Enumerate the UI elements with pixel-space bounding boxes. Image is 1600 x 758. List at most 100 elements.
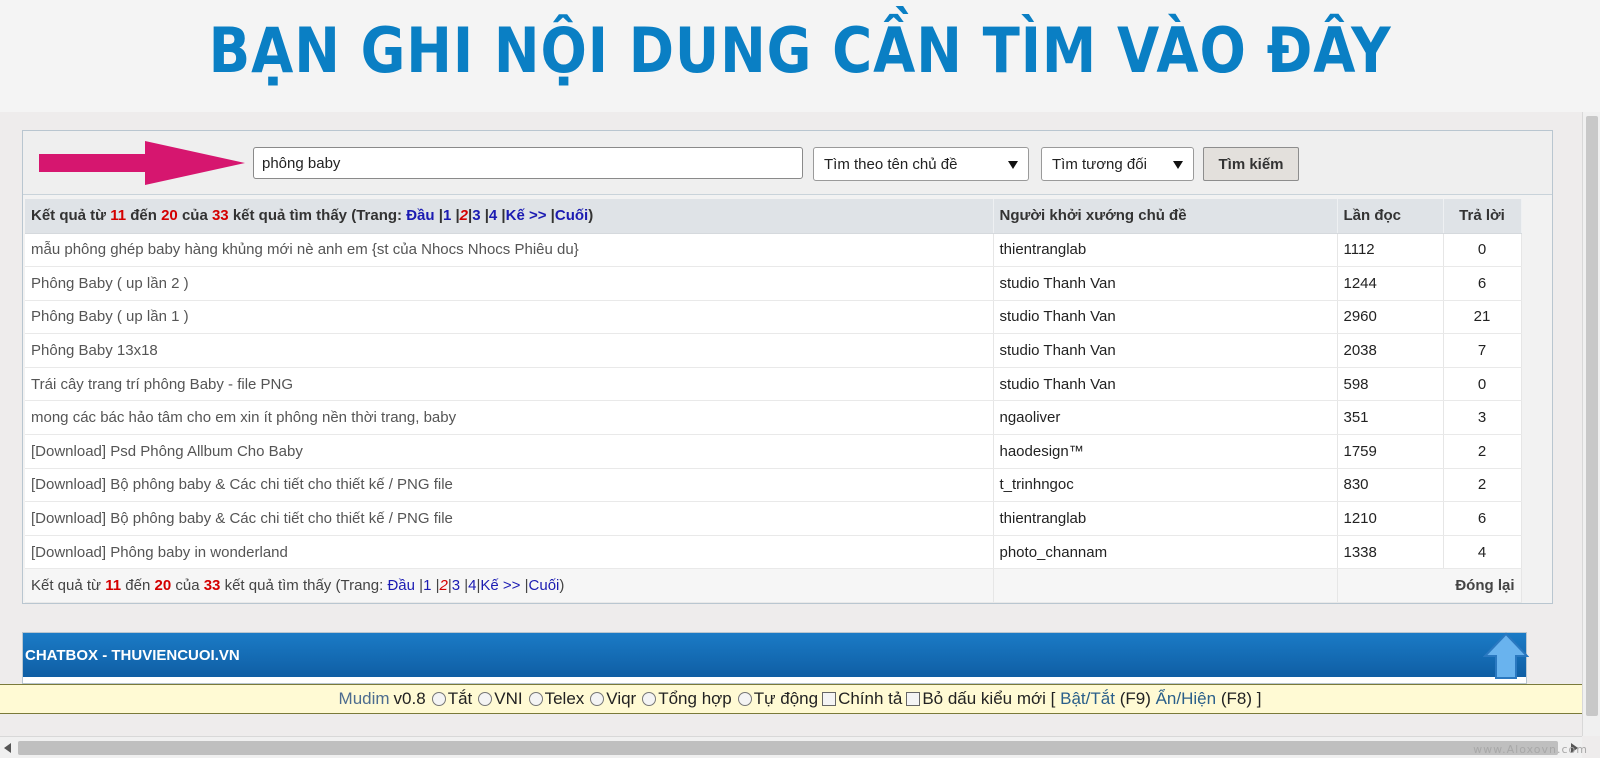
horizontal-scrollbar[interactable] xyxy=(0,736,1582,758)
page-current-2: 2 xyxy=(439,577,448,595)
summary-total: 33 xyxy=(203,577,221,595)
results-table: Kết quả từ 11 đến 20 của 33 kết quả tìm … xyxy=(25,199,1522,604)
banner: BẠN GHI NỘI DUNG CẦN TÌM VÀO ĐÂY xyxy=(0,0,1600,112)
author-link[interactable]: studio Thanh Van xyxy=(993,367,1338,402)
vertical-scroll-thumb[interactable] xyxy=(1586,116,1598,716)
radio-combined[interactable] xyxy=(642,692,657,706)
scroll-to-top-icon[interactable] xyxy=(1483,632,1529,684)
radio-telex-label: Telex xyxy=(544,689,585,708)
reads-count: 1210 xyxy=(1337,501,1444,536)
scroll-left-icon[interactable] xyxy=(4,743,11,753)
reads-count: 351 xyxy=(1337,400,1444,436)
checkbox-spell[interactable] xyxy=(822,692,837,706)
topic-link[interactable]: Trái cây trang trí phông Baby - file PNG xyxy=(25,367,994,402)
page-link-4[interactable]: 4 xyxy=(489,207,497,224)
replies-count: 4 xyxy=(1443,535,1522,570)
radio-off[interactable] xyxy=(431,692,446,706)
radio-vni[interactable] xyxy=(478,692,493,706)
table-row: mong các bác hảo tâm cho em xin ít phông… xyxy=(25,400,1522,436)
topic-link[interactable]: [Download] Phông baby in wonderland xyxy=(25,535,994,570)
search-field-select-value: Tìm theo tên chủ đề xyxy=(824,155,958,173)
table-row: Phông Baby 13x18 studio Thanh Van 2038 7 xyxy=(25,333,1522,368)
author-link[interactable]: haodesign™ xyxy=(993,434,1338,469)
showhide-key: (F8) xyxy=(1220,689,1252,708)
reads-count: 1112 xyxy=(1337,233,1444,268)
topic-link[interactable]: mẫu phông ghép baby hàng khủng mới nè an… xyxy=(25,233,994,268)
replies-count: 0 xyxy=(1443,367,1522,402)
replies-count: 2 xyxy=(1443,468,1522,503)
page-link-4[interactable]: 4 xyxy=(468,577,476,594)
search-input[interactable] xyxy=(253,147,803,179)
vertical-scrollbar[interactable] xyxy=(1582,112,1600,736)
summary-found-word: kết quả tìm thấy xyxy=(232,207,348,225)
table-row: Phông Baby ( up lần 1 ) studio Thanh Van… xyxy=(25,300,1522,335)
page-link-next[interactable]: Kế >> xyxy=(506,207,547,224)
checkbox-spell-label: Chính tả xyxy=(838,689,903,708)
search-bar: Tìm theo tên chủ đề Tìm tương đối Tìm ki… xyxy=(23,131,1552,195)
horizontal-scroll-thumb[interactable] xyxy=(18,741,1558,755)
reads-count: 1244 xyxy=(1337,266,1444,301)
replies-count: 7 xyxy=(1443,333,1522,368)
author-link[interactable]: t_trinhngoc xyxy=(993,468,1338,503)
topic-link[interactable]: Phông Baby ( up lần 2 ) xyxy=(25,266,994,301)
summary-from: 11 xyxy=(110,207,127,225)
checkbox-newstyle-label: Bỏ dấu kiểu mới xyxy=(922,689,1046,708)
showhide-link[interactable]: Ẩn/Hiện xyxy=(1156,689,1216,709)
author-link[interactable]: photo_channam xyxy=(993,535,1338,570)
page-link-3[interactable]: 3 xyxy=(452,577,460,594)
page-link-first[interactable]: Đầu xyxy=(387,577,415,594)
radio-auto[interactable] xyxy=(737,692,752,706)
pages-open: (Trang: xyxy=(351,207,403,225)
chatbox-header[interactable]: CHATBOX - THUVIENCUOI.VN xyxy=(23,633,1526,677)
bracket-close: ] xyxy=(1256,689,1262,708)
author-link[interactable]: ngaoliver xyxy=(993,400,1338,436)
page-current-2: 2 xyxy=(459,207,468,225)
results-header-row: Kết quả từ 11 đến 20 của 33 kết quả tìm … xyxy=(25,199,1522,234)
pages-close: ) xyxy=(588,207,594,225)
topic-link[interactable]: [Download] Bộ phông baby & Các chi tiết … xyxy=(25,468,994,503)
toggle-link[interactable]: Bật/Tắt xyxy=(1060,689,1115,709)
summary-of-word: của xyxy=(175,577,200,595)
page-link-last[interactable]: Cuối xyxy=(555,207,588,224)
checkbox-newstyle[interactable] xyxy=(906,692,921,706)
page-link-next[interactable]: Kế >> xyxy=(480,577,520,594)
search-field-select[interactable]: Tìm theo tên chủ đề xyxy=(813,147,1029,181)
page-link-first[interactable]: Đầu xyxy=(406,207,434,224)
topic-link[interactable]: mong các bác hảo tâm cho em xin ít phông… xyxy=(25,400,994,436)
author-link[interactable]: studio Thanh Van xyxy=(993,300,1338,335)
author-link[interactable]: studio Thanh Van xyxy=(993,266,1338,301)
author-link[interactable]: thientranglab xyxy=(993,501,1338,536)
mudim-name: Mudim xyxy=(338,689,390,708)
page-link-3[interactable]: 3 xyxy=(472,207,480,224)
pages-close: ) xyxy=(559,577,565,595)
pages-open: (Trang: xyxy=(335,577,384,595)
table-row: [Download] Bộ phông baby & Các chi tiết … xyxy=(25,468,1522,503)
topic-link[interactable]: Phông Baby 13x18 xyxy=(25,333,994,368)
bracket-open: [ xyxy=(1050,689,1056,708)
reads-count: 598 xyxy=(1337,367,1444,402)
results-footer-row: Kết quả từ 11 đến 20 của 33 kết quả tìm … xyxy=(25,568,1522,604)
radio-viqr[interactable] xyxy=(590,692,605,706)
chevron-down-icon xyxy=(1008,161,1018,169)
table-row: [Download] Psd Phông Allbum Cho Baby hao… xyxy=(25,434,1522,469)
page-link-last[interactable]: Cuối xyxy=(529,577,560,594)
replies-count: 3 xyxy=(1443,400,1522,436)
page-link-1[interactable]: 1 xyxy=(423,577,431,594)
reads-count: 2960 xyxy=(1337,300,1444,335)
author-link[interactable]: thientranglab xyxy=(993,233,1338,268)
topic-link[interactable]: [Download] Psd Phông Allbum Cho Baby xyxy=(25,434,994,469)
topic-link[interactable]: [Download] Bộ phông baby & Các chi tiết … xyxy=(25,501,994,536)
mudim-toolbar: Mudim v0.8 Tắt VNI Telex Viqr Tổng hợp T… xyxy=(0,684,1600,714)
col-header-replies: Trả lời xyxy=(1443,199,1522,234)
search-mode-select[interactable]: Tìm tương đối xyxy=(1041,147,1194,181)
col-header-author: Người khởi xướng chủ đề xyxy=(993,199,1338,234)
page-link-1[interactable]: 1 xyxy=(443,207,451,224)
radio-telex[interactable] xyxy=(528,692,543,706)
topic-link[interactable]: Phông Baby ( up lần 1 ) xyxy=(25,300,994,335)
toggle-key: (F9) xyxy=(1119,689,1151,708)
table-row: [Download] Phông baby in wonderland phot… xyxy=(25,535,1522,570)
close-link[interactable]: Đóng lại xyxy=(1337,568,1522,604)
author-link[interactable]: studio Thanh Van xyxy=(993,333,1338,368)
table-row: Trái cây trang trí phông Baby - file PNG… xyxy=(25,367,1522,402)
search-button[interactable]: Tìm kiếm xyxy=(1203,147,1299,181)
